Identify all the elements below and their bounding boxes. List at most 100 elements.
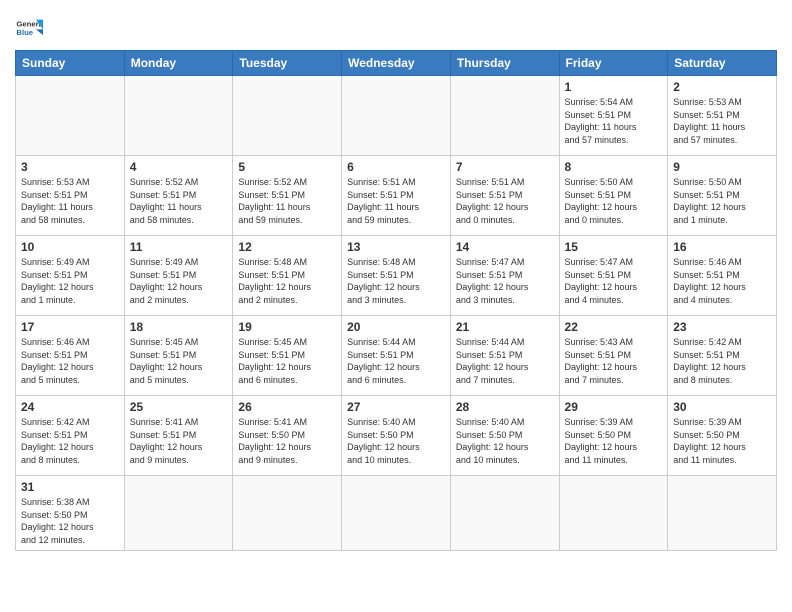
calendar-cell: 19 Sunrise: 5:45 AM Sunset: 5:51 PM Dayli… xyxy=(233,316,342,396)
day-info: Sunrise: 5:41 AM Sunset: 5:50 PM Dayligh… xyxy=(238,416,336,466)
calendar-cell: 6Sunrise: 5:51 AM Sunset: 5:51 PM Daylig… xyxy=(342,156,451,236)
svg-text:Blue: Blue xyxy=(16,28,33,37)
day-info: Sunrise: 5:50 AM Sunset: 5:51 PM Dayligh… xyxy=(565,176,663,226)
calendar-cell: 20 Sunrise: 5:44 AM Sunset: 5:51 PM Dayli… xyxy=(342,316,451,396)
day-header-monday: Monday xyxy=(124,51,233,76)
day-info: Sunrise: 5:38 AM Sunset: 5:50 PM Dayligh… xyxy=(21,496,119,546)
calendar-cell: 8 Sunrise: 5:50 AM Sunset: 5:51 PM Daylig… xyxy=(559,156,668,236)
day-number: 30 xyxy=(673,400,771,414)
calendar-cell: 12Sunrise: 5:48 AM Sunset: 5:51 PM Dayli… xyxy=(233,236,342,316)
day-info: Sunrise: 5:47 AM Sunset: 5:51 PM Dayligh… xyxy=(456,256,554,306)
calendar-cell xyxy=(124,476,233,551)
calendar-cell xyxy=(668,476,777,551)
calendar-cell: 23Sunrise: 5:42 AM Sunset: 5:51 PM Dayli… xyxy=(668,316,777,396)
calendar-cell: 24 Sunrise: 5:42 AM Sunset: 5:51 PM Dayli… xyxy=(16,396,125,476)
day-number: 27 xyxy=(347,400,445,414)
calendar-cell: 22 Sunrise: 5:43 AM Sunset: 5:51 PM Dayli… xyxy=(559,316,668,396)
calendar-cell: 14 Sunrise: 5:47 AM Sunset: 5:51 PM Dayli… xyxy=(450,236,559,316)
calendar-cell: 26 Sunrise: 5:41 AM Sunset: 5:50 PM Dayli… xyxy=(233,396,342,476)
day-number: 1 xyxy=(565,80,663,94)
day-info: Sunrise: 5:45 AM Sunset: 5:51 PM Dayligh… xyxy=(238,336,336,386)
day-info: Sunrise: 5:52 AM Sunset: 5:51 PM Dayligh… xyxy=(130,176,228,226)
calendar-cell: 16 Sunrise: 5:46 AM Sunset: 5:51 PM Dayli… xyxy=(668,236,777,316)
calendar-cell: 30 Sunrise: 5:39 AM Sunset: 5:50 PM Dayli… xyxy=(668,396,777,476)
day-number: 25 xyxy=(130,400,228,414)
day-info: Sunrise: 5:48 AM Sunset: 5:51 PM Dayligh… xyxy=(347,256,445,306)
day-number: 31 xyxy=(21,480,119,494)
day-number: 6 xyxy=(347,160,445,174)
calendar-cell: 31 Sunrise: 5:38 AM Sunset: 5:50 PM Dayli… xyxy=(16,476,125,551)
day-number: 21 xyxy=(456,320,554,334)
day-info: Sunrise: 5:50 AM Sunset: 5:51 PM Dayligh… xyxy=(673,176,771,226)
day-number: 14 xyxy=(456,240,554,254)
calendar-cell xyxy=(450,476,559,551)
day-number: 26 xyxy=(238,400,336,414)
day-number: 29 xyxy=(565,400,663,414)
day-header-friday: Friday xyxy=(559,51,668,76)
day-info: Sunrise: 5:54 AM Sunset: 5:51 PM Dayligh… xyxy=(565,96,663,146)
day-number: 22 xyxy=(565,320,663,334)
day-number: 20 xyxy=(347,320,445,334)
day-info: Sunrise: 5:46 AM Sunset: 5:51 PM Dayligh… xyxy=(21,336,119,386)
day-header-thursday: Thursday xyxy=(450,51,559,76)
calendar-cell: 4 Sunrise: 5:52 AM Sunset: 5:51 PM Daylig… xyxy=(124,156,233,236)
day-header-saturday: Saturday xyxy=(668,51,777,76)
calendar-cell: 9Sunrise: 5:50 AM Sunset: 5:51 PM Daylig… xyxy=(668,156,777,236)
calendar-cell: 13 Sunrise: 5:48 AM Sunset: 5:51 PM Dayli… xyxy=(342,236,451,316)
day-number: 4 xyxy=(130,160,228,174)
day-number: 7 xyxy=(456,160,554,174)
day-number: 13 xyxy=(347,240,445,254)
days-header-row: SundayMondayTuesdayWednesdayThursdayFrid… xyxy=(16,51,777,76)
calendar-cell: 11 Sunrise: 5:49 AM Sunset: 5:51 PM Dayli… xyxy=(124,236,233,316)
day-header-sunday: Sunday xyxy=(16,51,125,76)
calendar-cell: 28 Sunrise: 5:40 AM Sunset: 5:50 PM Dayli… xyxy=(450,396,559,476)
day-number: 5 xyxy=(238,160,336,174)
calendar-cell: 5 Sunrise: 5:52 AM Sunset: 5:51 PM Daylig… xyxy=(233,156,342,236)
day-info: Sunrise: 5:52 AM Sunset: 5:51 PM Dayligh… xyxy=(238,176,336,226)
day-info: Sunrise: 5:45 AM Sunset: 5:51 PM Dayligh… xyxy=(130,336,228,386)
calendar-cell xyxy=(450,76,559,156)
day-number: 15 xyxy=(565,240,663,254)
day-info: Sunrise: 5:39 AM Sunset: 5:50 PM Dayligh… xyxy=(565,416,663,466)
calendar-cell: 29 Sunrise: 5:39 AM Sunset: 5:50 PM Dayli… xyxy=(559,396,668,476)
day-info: Sunrise: 5:47 AM Sunset: 5:51 PM Dayligh… xyxy=(565,256,663,306)
calendar-cell: 27 Sunrise: 5:40 AM Sunset: 5:50 PM Dayli… xyxy=(342,396,451,476)
day-info: Sunrise: 5:40 AM Sunset: 5:50 PM Dayligh… xyxy=(456,416,554,466)
calendar-cell: 1 Sunrise: 5:54 AM Sunset: 5:51 PM Daylig… xyxy=(559,76,668,156)
calendar-cell: 15 Sunrise: 5:47 AM Sunset: 5:51 PM Dayli… xyxy=(559,236,668,316)
day-info: Sunrise: 5:53 AM Sunset: 5:51 PM Dayligh… xyxy=(673,96,771,146)
day-info: Sunrise: 5:41 AM Sunset: 5:51 PM Dayligh… xyxy=(130,416,228,466)
day-number: 16 xyxy=(673,240,771,254)
calendar-cell: 10 Sunrise: 5:49 AM Sunset: 5:51 PM Dayli… xyxy=(16,236,125,316)
day-header-wednesday: Wednesday xyxy=(342,51,451,76)
day-info: Sunrise: 5:42 AM Sunset: 5:51 PM Dayligh… xyxy=(21,416,119,466)
day-number: 11 xyxy=(130,240,228,254)
day-info: Sunrise: 5:39 AM Sunset: 5:50 PM Dayligh… xyxy=(673,416,771,466)
header: General Blue xyxy=(15,10,777,42)
calendar-cell xyxy=(342,76,451,156)
day-number: 18 xyxy=(130,320,228,334)
calendar-cell: 21Sunrise: 5:44 AM Sunset: 5:51 PM Dayli… xyxy=(450,316,559,396)
calendar-cell xyxy=(124,76,233,156)
day-number: 19 xyxy=(238,320,336,334)
day-info: Sunrise: 5:49 AM Sunset: 5:51 PM Dayligh… xyxy=(21,256,119,306)
day-number: 24 xyxy=(21,400,119,414)
day-info: Sunrise: 5:46 AM Sunset: 5:51 PM Dayligh… xyxy=(673,256,771,306)
calendar-cell: 7Sunrise: 5:51 AM Sunset: 5:51 PM Daylig… xyxy=(450,156,559,236)
calendar-cell xyxy=(233,476,342,551)
calendar-cell xyxy=(559,476,668,551)
day-number: 8 xyxy=(565,160,663,174)
day-number: 28 xyxy=(456,400,554,414)
day-info: Sunrise: 5:40 AM Sunset: 5:50 PM Dayligh… xyxy=(347,416,445,466)
calendar-table: SundayMondayTuesdayWednesdayThursdayFrid… xyxy=(15,50,777,551)
day-info: Sunrise: 5:43 AM Sunset: 5:51 PM Dayligh… xyxy=(565,336,663,386)
calendar-cell: 17 Sunrise: 5:46 AM Sunset: 5:51 PM Dayli… xyxy=(16,316,125,396)
day-number: 10 xyxy=(21,240,119,254)
day-number: 12 xyxy=(238,240,336,254)
calendar-cell xyxy=(342,476,451,551)
day-number: 17 xyxy=(21,320,119,334)
day-info: Sunrise: 5:44 AM Sunset: 5:51 PM Dayligh… xyxy=(347,336,445,386)
day-info: Sunrise: 5:53 AM Sunset: 5:51 PM Dayligh… xyxy=(21,176,119,226)
logo: General Blue xyxy=(15,14,43,42)
day-info: Sunrise: 5:49 AM Sunset: 5:51 PM Dayligh… xyxy=(130,256,228,306)
